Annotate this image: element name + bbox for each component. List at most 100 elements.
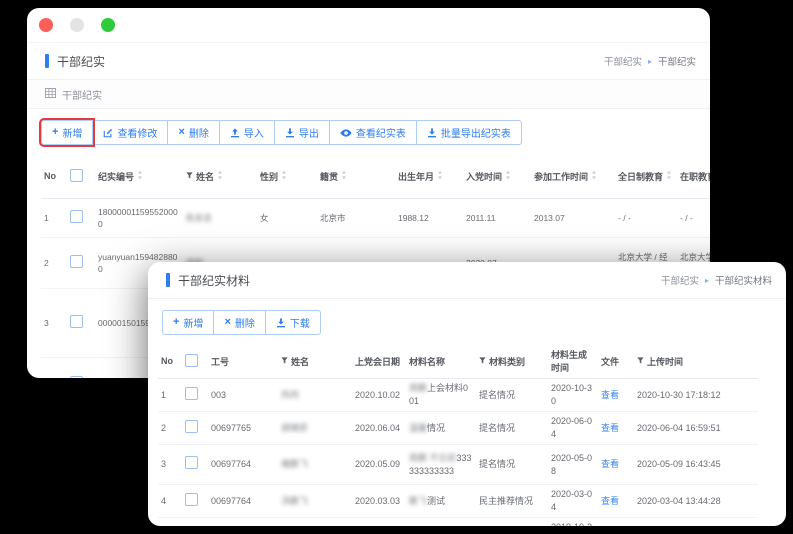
cell-checkbox [67,199,95,238]
cell-material-category: 提名情况 [476,445,548,485]
view-file-link[interactable]: 查看 [601,459,619,469]
column-label: 材料名称 [409,355,445,368]
column-header[interactable]: 参加工作时间 [531,154,615,199]
column-header[interactable]: 姓名 [183,154,257,199]
column-header: 上党会日期 [352,344,406,379]
view-file-link[interactable]: 查看 [601,496,619,506]
delete-button[interactable]: ×删除 [213,310,265,335]
sort-icon[interactable] [340,170,347,182]
row-checkbox[interactable] [70,255,83,268]
sort-icon[interactable] [665,170,672,182]
view-edit-button[interactable]: 查看修改 [92,120,168,145]
cell-material-category: 提名情况 [476,379,548,412]
x-icon: × [178,127,184,138]
column-header[interactable]: 性别 [257,154,317,199]
cell-checkbox [182,412,208,445]
sort-icon[interactable] [216,170,223,182]
row-checkbox[interactable] [185,420,198,433]
column-header[interactable]: 全日制教育 [615,154,677,199]
column-header[interactable]: 籍贯 [317,154,395,199]
table-row: 1003丙丙2020.10.02周鹏上会材料001提名情况2020-10-30查… [158,379,758,412]
breadcrumb-item[interactable]: 干部纪实 [604,54,642,68]
censored-text: 褚鹏飞 [281,459,308,469]
row-checkbox[interactable] [185,387,198,400]
minimize-button[interactable] [70,18,84,32]
sort-icon[interactable] [280,170,287,182]
breadcrumb-item[interactable]: 干部纪实 [658,54,696,68]
column-header[interactable]: 出生年月 [395,154,463,199]
delete-button[interactable]: ×删除 [167,120,219,145]
table-cell: 2013.07 [531,199,615,238]
cell-employee-id: 00697764 [208,445,278,485]
column-header[interactable]: 上传时间 [634,344,758,379]
column-header-content: 上传时间 [637,355,683,368]
view-record-table-button[interactable]: 查看纪实表 [329,120,417,145]
censored-text: 鹏飞 [409,496,427,506]
column-header: No [158,344,182,379]
column-header[interactable]: 入党时间 [463,154,531,199]
close-button[interactable] [39,18,53,32]
column-header-content [70,169,85,182]
table-container: No工号姓名上党会日期材料名称材料类别材料生成时间文件上传时间1003丙丙202… [148,342,786,526]
table-row: 1180000011595520000陈发语女北京市1988.122011.11… [41,199,710,238]
cell-name: 丙丙 [278,379,352,412]
cell-name: 褚鹏飞 [278,445,352,485]
add-button[interactable]: +新增 [41,120,93,145]
select-all-checkbox[interactable] [70,169,83,182]
column-header: 工号 [208,344,278,379]
cell-checkbox [182,379,208,412]
row-checkbox[interactable] [185,456,198,469]
column-header[interactable]: 姓名 [278,344,352,379]
export-button[interactable]: 导出 [274,120,330,145]
filter-icon[interactable] [637,356,644,366]
table-icon [45,88,56,101]
sort-icon[interactable] [136,170,143,182]
button-label: 导入 [244,125,264,140]
cell-row-number: 3 [158,445,182,485]
cell-meeting-date: 2020.06.04 [352,412,406,445]
column-header[interactable]: 纪实编号 [95,154,183,199]
table-cell: - / - [677,199,710,238]
import-button[interactable]: 导入 [219,120,275,145]
cell-generated-date: 2020-03-04 [548,485,598,518]
view-file-link[interactable]: 查看 [601,390,619,400]
select-all-checkbox[interactable] [185,354,198,367]
filter-icon[interactable] [281,356,288,366]
column-header-content: No [44,171,56,181]
cell-employee-id: 00697765 [208,412,278,445]
cell-row-number: 1 [41,199,67,238]
breadcrumb-item[interactable]: 干部纪实材料 [715,273,772,287]
sort-icon[interactable] [504,170,511,182]
cell-material-category: 民主推荐情况 [476,485,548,518]
cell-upload-time: 2020-10-30 17:18:12 [634,379,758,412]
column-label: 性别 [260,170,278,183]
filter-icon[interactable] [186,171,193,181]
button-label: 新增 [62,125,82,140]
view-file-link[interactable]: 查看 [601,423,619,433]
column-label: 入党时间 [466,170,502,183]
column-header-content: 上党会日期 [355,355,400,368]
add-button[interactable]: +新增 [162,310,214,335]
column-header[interactable]: 材料类别 [476,344,548,379]
sort-icon[interactable] [590,170,597,182]
row-checkbox[interactable] [70,315,83,328]
row-checkbox[interactable] [70,210,83,223]
cell-row-number: 1 [158,379,182,412]
column-label: 全日制教育 [618,170,663,183]
column-header-content: 材料类别 [479,355,525,368]
cell-meeting-date: 2020.03.03 [352,485,406,518]
row-checkbox[interactable] [70,376,83,378]
cell-file: 查看 [598,445,634,485]
cell-upload-time: 2020-06-04 16:59:51 [634,412,758,445]
row-checkbox[interactable] [185,493,198,506]
sort-icon[interactable] [436,170,443,182]
filter-icon[interactable] [479,356,486,366]
censored-text: 丙丙 [281,390,299,400]
cell-checkbox [182,445,208,485]
cell-row-number: 4 [158,485,182,518]
batch-export-record-table-button[interactable]: 批量导出纪实表 [416,120,522,145]
column-label: 姓名 [291,355,309,368]
breadcrumb-item[interactable]: 干部纪实 [661,273,699,287]
download-button[interactable]: 下载 [265,310,321,335]
zoom-button[interactable] [101,18,115,32]
